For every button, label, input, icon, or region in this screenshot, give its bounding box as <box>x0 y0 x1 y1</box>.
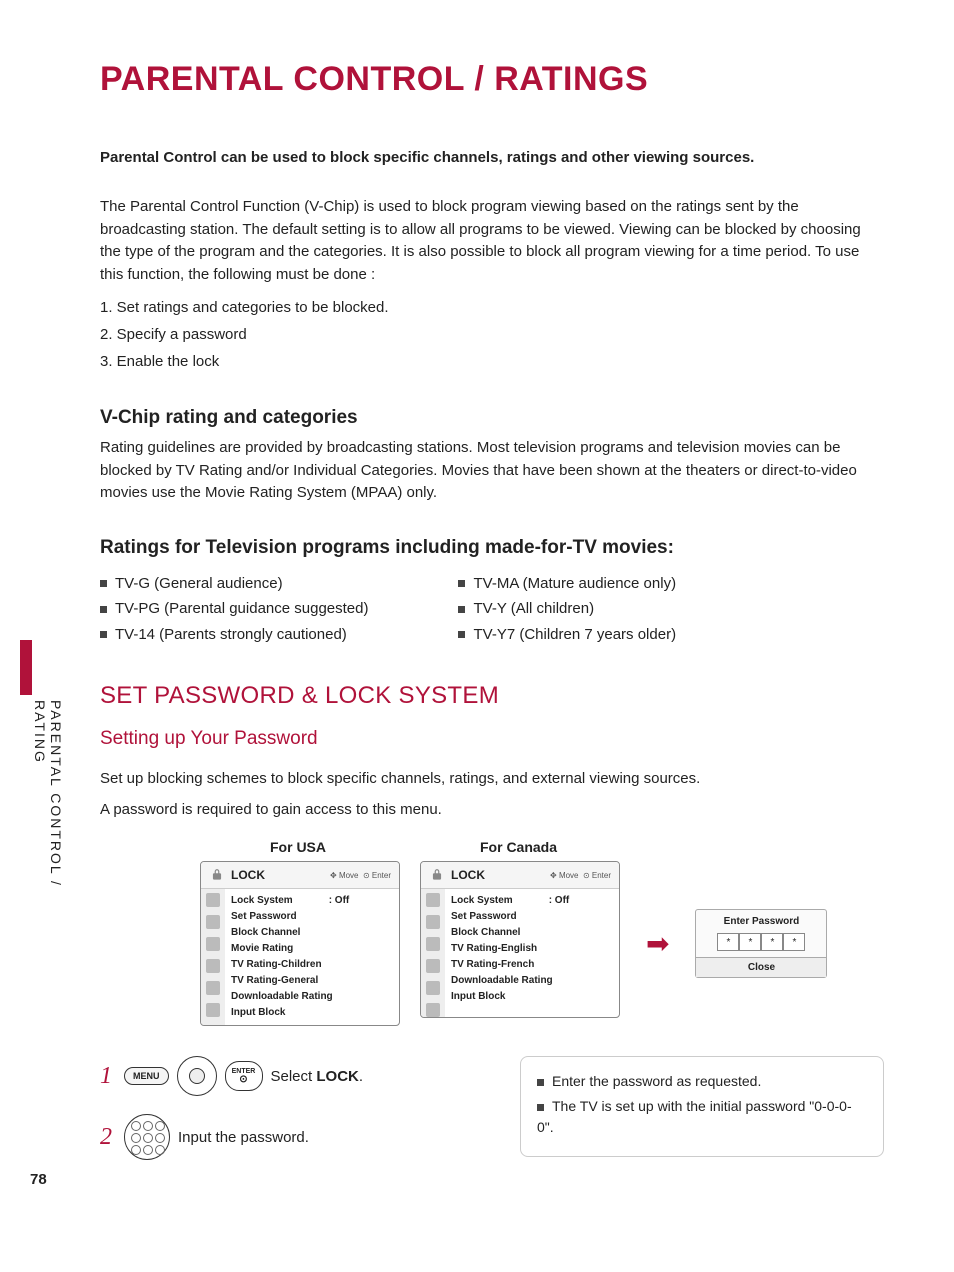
side-tab: PARENTAL CONTROL / RATING <box>20 640 52 920</box>
intro-para: The Parental Control Function (V-Chip) i… <box>100 196 884 286</box>
enter-button-icon: ENTER⊙ <box>225 1061 263 1091</box>
menu-icon <box>206 981 220 995</box>
intro-bold: Parental Control can be used to block sp… <box>100 149 884 166</box>
notes-box: Enter the password as requested. The TV … <box>520 1056 884 1157</box>
step-2: 2 Input the password. <box>100 1114 510 1160</box>
password-digit: * <box>717 933 739 951</box>
rating-item: TV-G (General audience) <box>100 571 368 597</box>
menu-icon <box>206 893 220 907</box>
menu-hints: ✥ Move ⊙ Enter <box>550 871 611 880</box>
rating-item: TV-Y7 (Children 7 years older) <box>458 622 676 648</box>
bullet-icon <box>458 606 465 613</box>
menu-icon <box>426 937 440 951</box>
side-accent <box>20 640 32 695</box>
password-title: Enter Password <box>696 916 826 927</box>
menu-item: Movie Rating <box>231 941 393 957</box>
menu-item: Set Password <box>451 909 613 925</box>
menu-side-icons <box>201 889 225 1025</box>
menu-item: Input Block <box>451 989 613 1005</box>
section-title: SET PASSWORD & LOCK SYSTEM <box>100 682 884 710</box>
menu-item: TV Rating-French <box>451 957 613 973</box>
bullet-icon <box>537 1079 544 1086</box>
section-subtitle: Setting up Your Password <box>100 728 884 750</box>
password-digit: * <box>783 933 805 951</box>
menu-usa: LOCK ✥ Move ⊙ Enter Lock System: Off Set… <box>200 861 400 1026</box>
dpad-icon <box>177 1056 217 1096</box>
step-number: 1 <box>100 1063 116 1090</box>
menu-icon <box>426 959 440 973</box>
vchip-para: Rating guidelines are provided by broadc… <box>100 437 884 505</box>
note-item: The TV is set up with the initial passwo… <box>537 1096 867 1138</box>
ratings-heading: Ratings for Television programs includin… <box>100 537 884 559</box>
menu-item: TV Rating-English <box>451 941 613 957</box>
menu-button-icon: MENU <box>124 1067 169 1085</box>
menu-item: Block Channel <box>451 925 613 941</box>
menu-icon <box>426 981 440 995</box>
menu-item: Downloadable Rating <box>451 973 613 989</box>
password-digit: * <box>761 933 783 951</box>
list-item: 2. Specify a password <box>100 321 884 348</box>
password-fields: * * * * <box>696 933 826 951</box>
menu-title: LOCK <box>451 868 550 882</box>
menu-item: TV Rating-General <box>231 973 393 989</box>
password-dialog: Enter Password * * * * Close <box>695 909 827 978</box>
menu-icon <box>426 915 440 929</box>
menu-item: Set Password <box>231 909 393 925</box>
password-close: Close <box>696 957 826 977</box>
numpad-icon <box>124 1114 170 1160</box>
list-item: 1. Set ratings and categories to be bloc… <box>100 294 884 321</box>
menu-canada: LOCK ✥ Move ⊙ Enter Lock System: Off Set… <box>420 861 620 1018</box>
step-2-text: Input the password. <box>178 1129 309 1146</box>
menu-icon <box>426 893 440 907</box>
note-item: Enter the password as requested. <box>537 1071 867 1092</box>
vchip-heading: V-Chip rating and categories <box>100 407 884 429</box>
bullet-icon <box>458 631 465 638</box>
step-1-text: Select LOCK. <box>271 1068 364 1085</box>
pw-para2: A password is required to gain access to… <box>100 799 884 822</box>
menu-title: LOCK <box>231 868 330 882</box>
bullet-icon <box>100 631 107 638</box>
usa-label: For USA <box>270 839 326 855</box>
page-title: PARENTAL CONTROL / RATINGS <box>100 60 884 99</box>
password-digit: * <box>739 933 761 951</box>
rating-item: TV-PG (Parental guidance suggested) <box>100 596 368 622</box>
menu-items-canada: Lock System: Off Set Password Block Chan… <box>445 889 619 1017</box>
menu-icon <box>426 1003 440 1017</box>
canada-label: For Canada <box>480 839 557 855</box>
rating-item: TV-Y (All children) <box>458 596 676 622</box>
pw-para1: Set up blocking schemes to block specifi… <box>100 768 884 791</box>
numbered-list: 1. Set ratings and categories to be bloc… <box>100 294 884 375</box>
page-number: 78 <box>30 1171 47 1188</box>
lock-icon <box>429 867 445 883</box>
menu-icon <box>206 937 220 951</box>
step-number: 2 <box>100 1124 116 1151</box>
menu-side-icons <box>421 889 445 1017</box>
bullet-icon <box>100 606 107 613</box>
menu-items-usa: Lock System: Off Set Password Block Chan… <box>225 889 399 1025</box>
menu-item: Block Channel <box>231 925 393 941</box>
menu-item: Lock System: Off <box>231 893 393 909</box>
step-1: 1 MENU ENTER⊙ Select LOCK. <box>100 1056 510 1096</box>
menu-item: Lock System: Off <box>451 893 613 909</box>
lock-icon <box>209 867 225 883</box>
side-tab-text: PARENTAL CONTROL / RATING <box>32 700 64 920</box>
menu-item: Input Block <box>231 1005 393 1021</box>
menu-hints: ✥ Move ⊙ Enter <box>330 871 391 880</box>
menu-icon <box>206 1003 220 1017</box>
list-item: 3. Enable the lock <box>100 348 884 375</box>
bullet-icon <box>537 1104 544 1111</box>
rating-item: TV-MA (Mature audience only) <box>458 571 676 597</box>
menu-item: Downloadable Rating <box>231 989 393 1005</box>
ratings-columns: TV-G (General audience) TV-PG (Parental … <box>100 571 884 648</box>
menu-icon <box>206 959 220 973</box>
rating-item: TV-14 (Parents strongly cautioned) <box>100 622 368 648</box>
arrow-right-icon: ➡ <box>646 927 669 960</box>
menu-item: TV Rating-Children <box>231 957 393 973</box>
menu-icon <box>206 915 220 929</box>
bullet-icon <box>458 580 465 587</box>
bullet-icon <box>100 580 107 587</box>
